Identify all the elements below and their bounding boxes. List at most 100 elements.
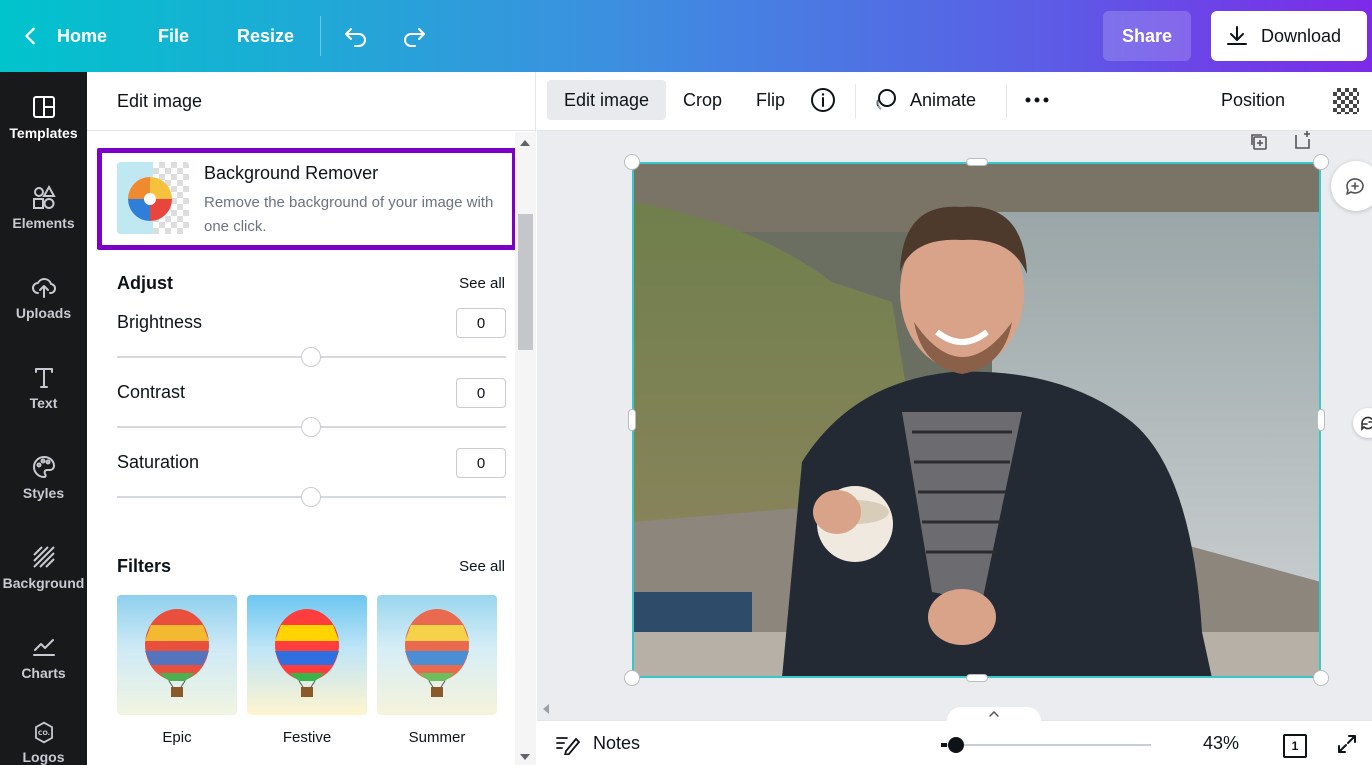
scroll-up-arrow[interactable] <box>520 140 530 146</box>
rail-label: Templates <box>9 125 78 141</box>
more-icon <box>1025 97 1049 103</box>
chevron-up-icon <box>989 710 999 717</box>
filters-see-all-link[interactable]: See all <box>459 558 505 575</box>
rail-item-uploads[interactable]: Uploads <box>0 252 87 342</box>
adjust-see-all-link[interactable]: See all <box>459 275 505 292</box>
redo-button[interactable] <box>400 0 428 72</box>
position-button[interactable]: Position <box>1221 80 1285 120</box>
chart-line-icon <box>32 639 55 656</box>
svg-text:CO.: CO. <box>37 730 49 737</box>
rotate-button[interactable] <box>1353 408 1372 438</box>
zoom-level[interactable]: 43% <box>1203 721 1239 765</box>
templates-icon <box>32 96 55 118</box>
filter-thumbnail <box>377 595 497 715</box>
saturation-value-input[interactable]: 0 <box>456 448 506 478</box>
undo-button[interactable] <box>342 0 370 72</box>
add-page-icon[interactable] <box>1292 129 1314 151</box>
rail-label: Elements <box>12 215 75 231</box>
filter-thumbnail <box>117 595 237 715</box>
brightness-value-input[interactable]: 0 <box>456 308 506 338</box>
canvas-scroll-left-arrow[interactable] <box>543 704 549 714</box>
share-button[interactable]: Share <box>1103 11 1191 61</box>
hot-air-balloon-icon <box>275 609 339 697</box>
add-comment-button[interactable] <box>1331 161 1372 211</box>
info-button[interactable] <box>809 80 837 120</box>
resize-handle-top[interactable] <box>966 158 988 166</box>
fullscreen-icon[interactable] <box>1336 733 1358 755</box>
chevron-left-icon <box>25 27 35 45</box>
resize-handle-top-left[interactable] <box>624 154 640 170</box>
rail-item-logos[interactable]: CO. Logos <box>0 702 87 765</box>
transparency-icon[interactable] <box>1333 88 1359 114</box>
toolbar-divider <box>855 84 856 118</box>
saturation-slider-thumb[interactable] <box>301 487 321 507</box>
left-rail: Templates Elements Uploads Text Styles B… <box>0 72 87 765</box>
elements-icon <box>32 184 56 209</box>
home-button[interactable]: Home <box>57 0 107 72</box>
edit-image-panel: Edit image Background Remover Remove the… <box>87 72 536 765</box>
panel-scrollbar[interactable] <box>515 132 536 765</box>
info-icon <box>811 88 835 112</box>
filter-thumbnail <box>247 595 367 715</box>
zoom-slider-fill <box>941 743 947 747</box>
hot-air-balloon-icon <box>145 609 209 697</box>
edit-image-button[interactable]: Edit image <box>547 80 666 120</box>
rail-item-styles[interactable]: Styles <box>0 432 87 522</box>
zoom-slider-track[interactable] <box>941 744 1151 746</box>
download-icon <box>1227 26 1247 45</box>
selection-frame <box>632 162 1321 678</box>
resize-handle-right[interactable] <box>1317 409 1325 431</box>
brightness-slider-thumb[interactable] <box>301 347 321 367</box>
background-remover-title: Background Remover <box>204 163 379 183</box>
resize-button[interactable]: Resize <box>237 0 294 72</box>
crop-button[interactable]: Crop <box>683 80 722 120</box>
filter-summer[interactable]: Summer <box>377 595 497 746</box>
resize-handle-top-right[interactable] <box>1313 154 1329 170</box>
saturation-label: Saturation <box>117 452 200 472</box>
background-remover-description: Remove the background of your image with… <box>204 194 494 235</box>
redo-icon <box>404 28 425 47</box>
rail-item-background[interactable]: Background <box>0 522 87 612</box>
animate-label: Animate <box>910 89 977 110</box>
notes-label: Notes <box>593 733 641 753</box>
notes-button[interactable]: Notes <box>555 721 640 765</box>
resize-handle-bottom-right[interactable] <box>1313 670 1329 686</box>
rail-item-elements[interactable]: Elements <box>0 162 87 252</box>
page-count-button[interactable]: 1 <box>1283 734 1307 758</box>
download-label: Download <box>1261 25 1342 46</box>
filter-label: Epic <box>162 729 192 746</box>
scroll-down-arrow[interactable] <box>520 754 530 760</box>
more-options-button[interactable] <box>1024 80 1050 120</box>
hot-air-balloon-icon <box>405 609 469 697</box>
adjust-title: Adjust <box>117 273 173 293</box>
resize-handle-left[interactable] <box>628 409 636 431</box>
contrast-value-input[interactable]: 0 <box>456 378 506 408</box>
page-panel-toggle[interactable] <box>947 707 1041 721</box>
download-button[interactable]: Download <box>1211 11 1367 61</box>
animate-button[interactable]: Animate <box>872 80 976 120</box>
rail-label: Uploads <box>15 305 72 321</box>
rail-label: Charts <box>21 665 66 681</box>
rail-label: Background <box>2 575 85 591</box>
rail-item-templates[interactable]: Templates <box>0 72 87 162</box>
rail-item-text[interactable]: Text <box>0 342 87 432</box>
contrast-slider-thumb[interactable] <box>301 417 321 437</box>
resize-handle-bottom[interactable] <box>966 674 988 682</box>
comment-plus-icon <box>1346 178 1364 195</box>
flip-button[interactable]: Flip <box>756 80 785 120</box>
topbar-divider <box>320 16 321 56</box>
rail-item-charts[interactable]: Charts <box>0 612 87 702</box>
file-menu-button[interactable]: File <box>158 0 189 72</box>
background-remover-card[interactable]: Background Remover Remove the background… <box>97 148 517 250</box>
rail-label: Styles <box>22 485 65 501</box>
duplicate-page-icon[interactable] <box>1248 131 1270 153</box>
back-button[interactable] <box>20 0 42 72</box>
filter-festive[interactable]: Festive <box>247 595 367 746</box>
brightness-label: Brightness <box>117 312 203 332</box>
rotate-icon <box>1361 416 1372 431</box>
palette-icon <box>32 455 55 479</box>
zoom-slider-thumb[interactable] <box>948 737 964 753</box>
resize-handle-bottom-left[interactable] <box>624 670 640 686</box>
filter-epic[interactable]: Epic <box>117 595 237 746</box>
scroll-thumb[interactable] <box>518 214 533 350</box>
